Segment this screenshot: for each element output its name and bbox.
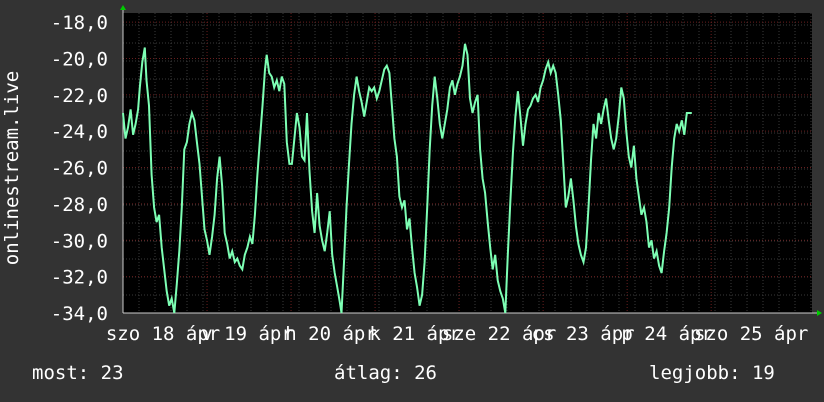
x-tick-label: v 19 ápr — [201, 323, 293, 345]
y-tick-label: -26,0 — [51, 158, 108, 180]
chart: -18,0 -20,0 -22,0 -24,0 -26,0 -28,0 -30,0 -32,0… — [1, 5, 822, 345]
y-tick-label: -28,0 — [51, 194, 108, 216]
y-tick-label: -18,0 — [51, 12, 108, 34]
stat-best: legjobb: 19 — [649, 362, 775, 384]
y-axis-ticks: -18,0 -20,0 -22,0 -24,0 -26,0 -28,0 -30,0 -32,0… — [51, 12, 108, 325]
x-tick-label: cs 23 ápr — [532, 323, 635, 345]
x-axis-ticks: szo 18 áprv 19 áprh 20 áprk 21 áprsze 22… — [106, 323, 809, 345]
stat-average: átlag: 26 — [334, 362, 437, 384]
y-tick-label: -30,0 — [51, 230, 108, 252]
x-axis-arrow-icon — [817, 310, 822, 316]
y-axis-title: onlinestream.live — [1, 71, 23, 265]
stat-current: most: 23 — [32, 362, 124, 384]
x-tick-label: h 20 ápr — [285, 323, 377, 345]
y-tick-label: -22,0 — [51, 85, 108, 107]
y-tick-label: -34,0 — [51, 303, 108, 325]
y-tick-label: -24,0 — [51, 121, 108, 143]
y-tick-label: -32,0 — [51, 267, 108, 289]
y-tick-label: -20,0 — [51, 48, 108, 70]
x-tick-label: szo 25 ápr — [694, 323, 808, 345]
y-axis-arrow-icon — [120, 5, 126, 10]
